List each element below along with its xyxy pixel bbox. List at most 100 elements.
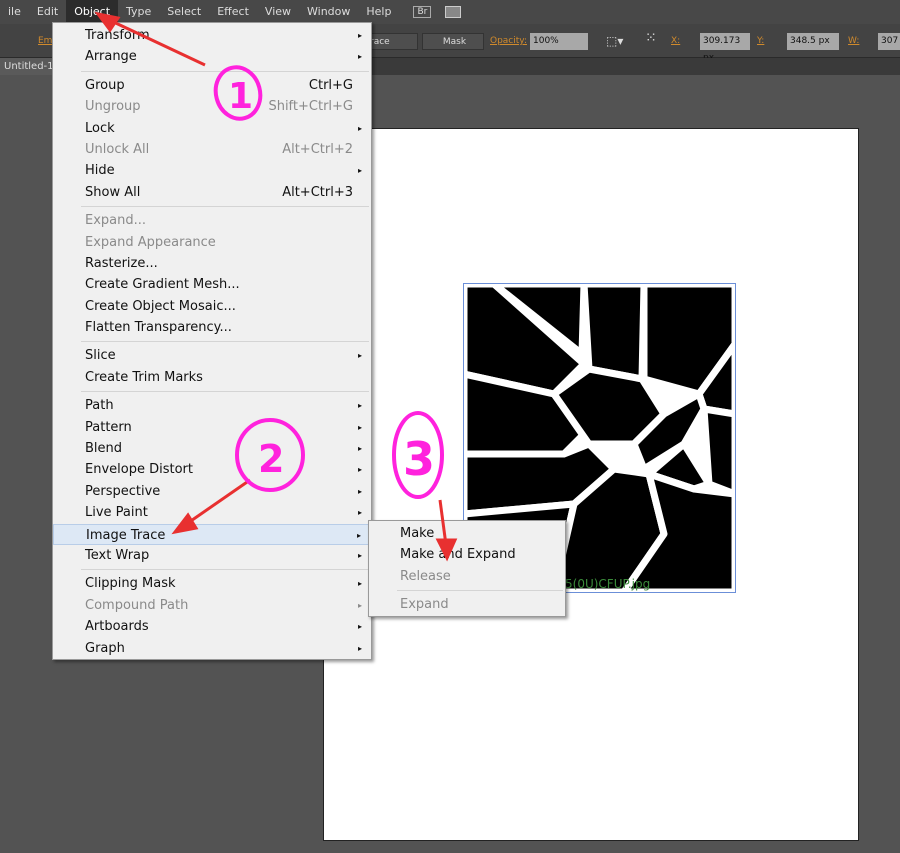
menu-item-expand[interactable]: Expand (369, 594, 565, 615)
menu-item-unlock-all[interactable]: Unlock All Alt+Ctrl+2 (53, 139, 371, 160)
menu-item-lock[interactable]: Lock ▸ (53, 118, 371, 139)
menu-item-make-and-expand[interactable]: Make and Expand (369, 544, 565, 565)
menu-item-label: Create Object Mosaic... (85, 298, 236, 314)
trace-preset-dropdown[interactable]: race (366, 33, 418, 50)
menu-item-compound-path[interactable]: Compound Path ▸ (53, 595, 371, 616)
menu-type[interactable]: Type (118, 0, 159, 24)
menu-item-ungroup[interactable]: Ungroup Shift+Ctrl+G (53, 96, 371, 117)
x-field[interactable]: 309.173 px (700, 33, 750, 63)
menu-item-label: Group (85, 77, 125, 93)
menu-item-label: Show All (85, 184, 141, 200)
menu-item-label: Unlock All (85, 141, 150, 157)
menu-item-pattern[interactable]: Pattern ▸ (53, 417, 371, 438)
menu-item-label: Create Trim Marks (85, 369, 203, 385)
bridge-button[interactable]: Br (413, 6, 432, 18)
menu-item-label: Create Gradient Mesh... (85, 277, 240, 293)
menu-item-show-all[interactable]: Show All Alt+Ctrl+3 (53, 182, 371, 203)
menu-item-label: Artboards (85, 619, 149, 635)
menu-item-label: Text Wrap (85, 547, 150, 563)
menu-item-graph[interactable]: Graph ▸ (53, 638, 371, 659)
menu-ile[interactable]: ile (0, 0, 29, 24)
menu-item-release[interactable]: Release (369, 566, 565, 587)
menu-item-expand[interactable]: Expand... (53, 210, 371, 231)
selection-grid-icon[interactable]: ⬚▾ (606, 34, 623, 48)
menu-item-label: Hide (85, 163, 115, 179)
menu-item-flatten-transparency[interactable]: Flatten Transparency... (53, 317, 371, 338)
menu-item-create-gradient-mesh[interactable]: Create Gradient Mesh... (53, 274, 371, 295)
menu-item-transform[interactable]: Transform ▸ (53, 25, 371, 46)
menu-item-perspective[interactable]: Perspective ▸ (53, 481, 371, 502)
menu-item-arrange[interactable]: Arrange ▸ (53, 46, 371, 67)
menu-item-clipping-mask[interactable]: Clipping Mask ▸ (53, 573, 371, 594)
menu-item-label: Expand Appearance (85, 234, 216, 250)
menu-item-text-wrap[interactable]: Text Wrap ▸ (53, 545, 371, 566)
menu-item-create-trim-marks[interactable]: Create Trim Marks (53, 367, 371, 388)
menu-item-label: Slice (85, 348, 116, 364)
menu-item-group[interactable]: Group Ctrl+G (53, 75, 371, 96)
submenu-arrow-icon: ▸ (357, 465, 362, 475)
menu-item-label: Make and Expand (400, 547, 516, 563)
y-field[interactable]: 348.5 px (787, 33, 839, 50)
menu-select[interactable]: Select (159, 0, 209, 24)
menu-item-blend[interactable]: Blend ▸ (53, 438, 371, 459)
menu-item-label: Blend (85, 441, 123, 457)
opacity-label[interactable]: Opacity: (490, 36, 527, 46)
menu-item-label: Expand (400, 597, 449, 613)
menu-edit[interactable]: Edit (29, 0, 66, 24)
image-filename: 5(0U)CFUP.jpg (565, 577, 651, 591)
menu-item-slice[interactable]: Slice ▸ (53, 345, 371, 366)
submenu-arrow-icon: ▸ (357, 166, 362, 176)
image-trace-submenu: Make Make and Expand Release Expand (368, 520, 566, 617)
menu-separator (53, 203, 371, 210)
submenu-arrow-icon: ▸ (357, 600, 362, 610)
menu-separator (369, 587, 565, 594)
menu-item-artboards[interactable]: Artboards ▸ (53, 616, 371, 637)
shortcut: Alt+Ctrl+3 (282, 184, 353, 200)
submenu-arrow-icon: ▸ (357, 622, 362, 632)
shortcut: Ctrl+G (308, 77, 353, 93)
control-left-label[interactable]: Em (38, 36, 52, 46)
w-field[interactable]: 307 (878, 33, 900, 50)
menu-item-create-object-mosaic[interactable]: Create Object Mosaic... (53, 296, 371, 317)
menu-window[interactable]: Window (299, 0, 358, 24)
menu-bar: ile Edit Object Type Select Effect View Window H… (0, 0, 900, 24)
menu-item-label: Arrange (85, 49, 137, 65)
menu-item-label: Graph (85, 640, 125, 656)
menu-item-hide[interactable]: Hide ▸ (53, 160, 371, 181)
menu-separator (53, 566, 371, 573)
menu-item-label: Image Trace (86, 527, 166, 543)
menu-help[interactable]: Help (358, 0, 399, 24)
menu-item-envelope-distort[interactable]: Envelope Distort ▸ (53, 459, 371, 480)
object-menu: Transform ▸ Arrange ▸ Group Ctrl+G Ungroup Shif… (52, 22, 372, 660)
menu-item-label: Pattern (85, 419, 132, 435)
submenu-arrow-icon: ▸ (357, 550, 362, 560)
menu-effect[interactable]: Effect (209, 0, 257, 24)
menu-item-path[interactable]: Path ▸ (53, 395, 371, 416)
submenu-arrow-icon: ▸ (357, 444, 362, 454)
menu-view[interactable]: View (257, 0, 299, 24)
menu-item-label: Expand... (85, 213, 147, 229)
menu-item-image-trace[interactable]: Image Trace ▸ (53, 523, 371, 545)
menu-item-label: Ungroup (85, 99, 141, 115)
menu-separator (53, 68, 371, 75)
submenu-arrow-icon: ▸ (357, 123, 362, 133)
submenu-arrow-icon: ▸ (356, 530, 361, 540)
x-label: X: (671, 36, 681, 46)
shortcut: Shift+Ctrl+G (268, 99, 353, 115)
menu-item-live-paint[interactable]: Live Paint ▸ (53, 502, 371, 523)
w-label: W: (848, 36, 860, 46)
menu-item-label: Clipping Mask (85, 576, 176, 592)
reference-point-icon[interactable]: ⁙ (645, 30, 657, 46)
menu-item-label: Flatten Transparency... (85, 320, 232, 336)
workspace-switcher-icon[interactable] (445, 6, 462, 18)
submenu-arrow-icon: ▸ (357, 422, 362, 432)
menu-item-make[interactable]: Make (369, 523, 565, 544)
menu-separator (53, 338, 371, 345)
menu-item-rasterize[interactable]: Rasterize... (53, 253, 371, 274)
menu-item-expand-appearance[interactable]: Expand Appearance (53, 232, 371, 253)
opacity-field[interactable]: 100% (530, 33, 588, 50)
menu-object[interactable]: Object (66, 0, 119, 24)
mask-button[interactable]: Mask (422, 33, 484, 50)
submenu-arrow-icon: ▸ (357, 31, 362, 40)
y-label: Y: (757, 36, 765, 46)
